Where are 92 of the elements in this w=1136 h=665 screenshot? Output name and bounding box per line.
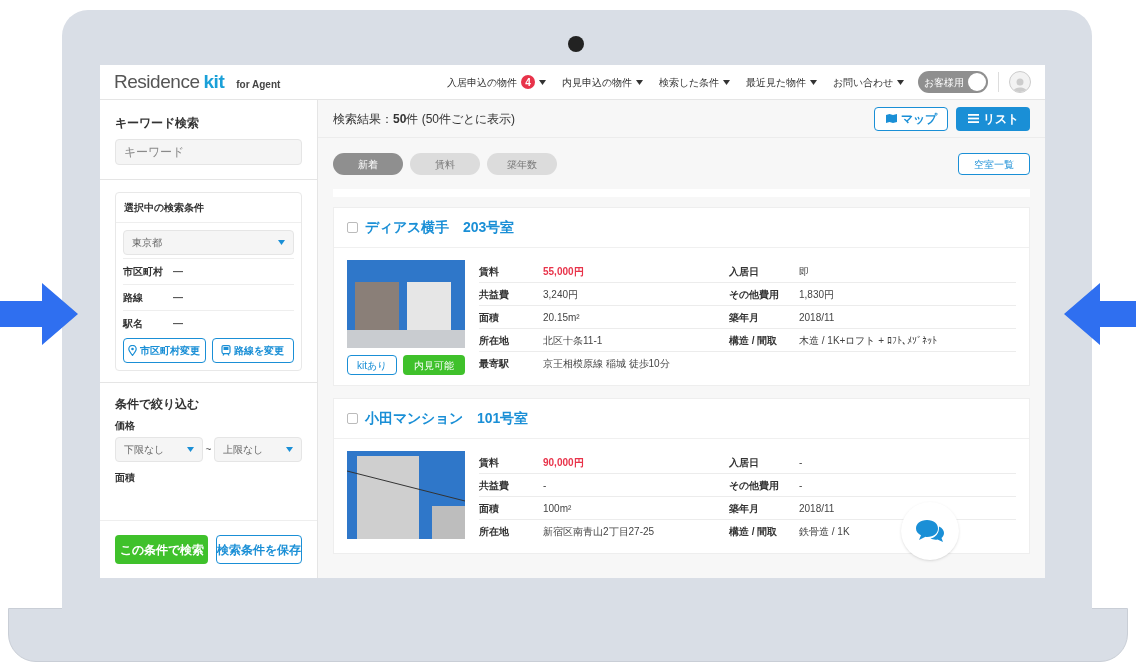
- search-action-button[interactable]: この条件で検索: [115, 535, 208, 564]
- condition-value: —: [173, 265, 183, 278]
- keyword-field[interactable]: キーワード: [115, 139, 302, 165]
- sort-tab[interactable]: 新着: [333, 153, 403, 175]
- detail-label: 共益費: [479, 287, 510, 302]
- nav-link[interactable]: 内見申込の物件: [562, 74, 643, 90]
- caret-icon: [723, 79, 730, 85]
- logo: Residence kit: [114, 69, 225, 94]
- detail-label: 入居日: [729, 455, 760, 470]
- detail-label: 入居日: [729, 264, 760, 279]
- condition-label: 路線: [123, 291, 144, 305]
- detail-value: 京王相模原線 稲城 徒歩10分: [543, 357, 670, 371]
- detail-value: 2018/11: [799, 501, 835, 516]
- detail-label: 面積: [479, 310, 500, 325]
- range-select[interactable]: 上限なし: [214, 437, 302, 462]
- detail-value: 木造 / 1K+ロフト + ﾛﾌﾄ､ﾒｿﾞﾈｯﾄ: [799, 333, 937, 348]
- sort-tab[interactable]: 賃料: [410, 153, 480, 175]
- caret-icon: [286, 447, 293, 452]
- view-tab[interactable]: リスト: [956, 106, 1030, 131]
- nav-link[interactable]: 入居申込の物件 4: [447, 74, 546, 90]
- detail-label: 所在地: [479, 333, 510, 348]
- detail-label: その他費用: [729, 478, 780, 493]
- chat-icon: [915, 519, 945, 543]
- detail-value: -: [799, 455, 803, 470]
- caret-icon: [636, 79, 643, 85]
- caret-icon: [897, 79, 904, 85]
- condition-value: —: [173, 317, 183, 330]
- arrow-icon: [0, 283, 78, 345]
- map-icon: [885, 114, 897, 123]
- arrow-icon: [1064, 283, 1136, 345]
- listing-checkbox[interactable]: [347, 413, 358, 424]
- prefecture-select[interactable]: 東京都: [123, 230, 294, 255]
- status-tag: kitあり: [347, 355, 397, 375]
- detail-value: 2018/11: [799, 310, 835, 325]
- search-action-button[interactable]: 検索条件を保存: [216, 535, 302, 564]
- listing-title[interactable]: ディアス横手 203号室: [365, 217, 515, 238]
- status-tag: 内見可能: [403, 355, 465, 375]
- detail-value: 1,830円: [799, 287, 835, 302]
- section-title: 条件で絞り込む: [115, 396, 200, 413]
- pin-icon: [128, 345, 138, 356]
- detail-label: 賃料: [479, 264, 500, 279]
- list-icon: [967, 114, 979, 123]
- condition-label: 市区町村: [123, 265, 164, 279]
- detail-label: 面積: [479, 501, 500, 516]
- detail-value: 鉄骨造 / 1K: [799, 525, 850, 539]
- vacancy-list-button[interactable]: 空室一覧: [958, 153, 1030, 175]
- results-count: 検索結果：50件 (50件ごとに表示): [333, 110, 516, 128]
- caret-icon: [278, 240, 285, 245]
- tagline: for Agent: [236, 77, 281, 92]
- caret-icon: [186, 447, 194, 452]
- detail-label: 賃料: [479, 455, 500, 470]
- nav-link[interactable]: 検索した条件: [659, 74, 730, 90]
- card-title: 選択中の検索条件: [116, 193, 301, 223]
- change-button[interactable]: 市区町村変更: [123, 338, 206, 363]
- change-button[interactable]: 路線を変更: [211, 338, 294, 363]
- caret-icon: [810, 79, 817, 85]
- range-separator: ~: [205, 443, 212, 457]
- condition-value: —: [173, 291, 183, 304]
- range-select[interactable]: 下限なし: [115, 437, 203, 462]
- filter-label: 価格: [115, 419, 136, 433]
- filter-label: 面積: [115, 471, 136, 485]
- detail-label: 築年月: [729, 501, 760, 516]
- detail-label: 構造 / 間取: [729, 525, 779, 539]
- detail-value: 3,240円: [543, 287, 579, 302]
- section-title: キーワード検索: [115, 115, 200, 132]
- view-tab[interactable]: マップ: [874, 106, 948, 131]
- detail-value: 55,000円: [543, 264, 584, 279]
- train-icon: [221, 345, 232, 356]
- listing-title[interactable]: 小田マンション 101号室: [365, 408, 529, 429]
- customer-toggle[interactable]: お客様用: [918, 71, 988, 93]
- detail-value: 20.15m²: [543, 310, 580, 325]
- detail-label: 最寄駅: [479, 357, 510, 371]
- detail-label: その他費用: [729, 287, 780, 302]
- detail-value: 100m²: [543, 501, 572, 516]
- count-badge: 4: [521, 75, 535, 89]
- nav-link[interactable]: 最近見た物件: [746, 74, 817, 90]
- detail-value: 北区十条11-1: [543, 333, 603, 348]
- detail-label: 構造 / 間取: [729, 333, 779, 348]
- caret-icon: [539, 79, 546, 85]
- detail-label: 築年月: [729, 310, 760, 325]
- detail-value: 即: [799, 264, 809, 279]
- detail-value: -: [799, 478, 803, 493]
- detail-label: 所在地: [479, 525, 510, 539]
- nav-link[interactable]: お問い合わせ: [833, 74, 904, 90]
- detail-label: 共益費: [479, 478, 510, 493]
- listing-checkbox[interactable]: [347, 222, 358, 233]
- sort-tab[interactable]: 築年数: [487, 153, 557, 175]
- detail-value: -: [543, 478, 547, 493]
- condition-label: 駅名: [123, 317, 144, 331]
- detail-value: 新宿区南青山2丁目27-25: [543, 525, 655, 539]
- avatar-icon[interactable]: [1009, 71, 1031, 93]
- detail-value: 90,000円: [543, 455, 584, 470]
